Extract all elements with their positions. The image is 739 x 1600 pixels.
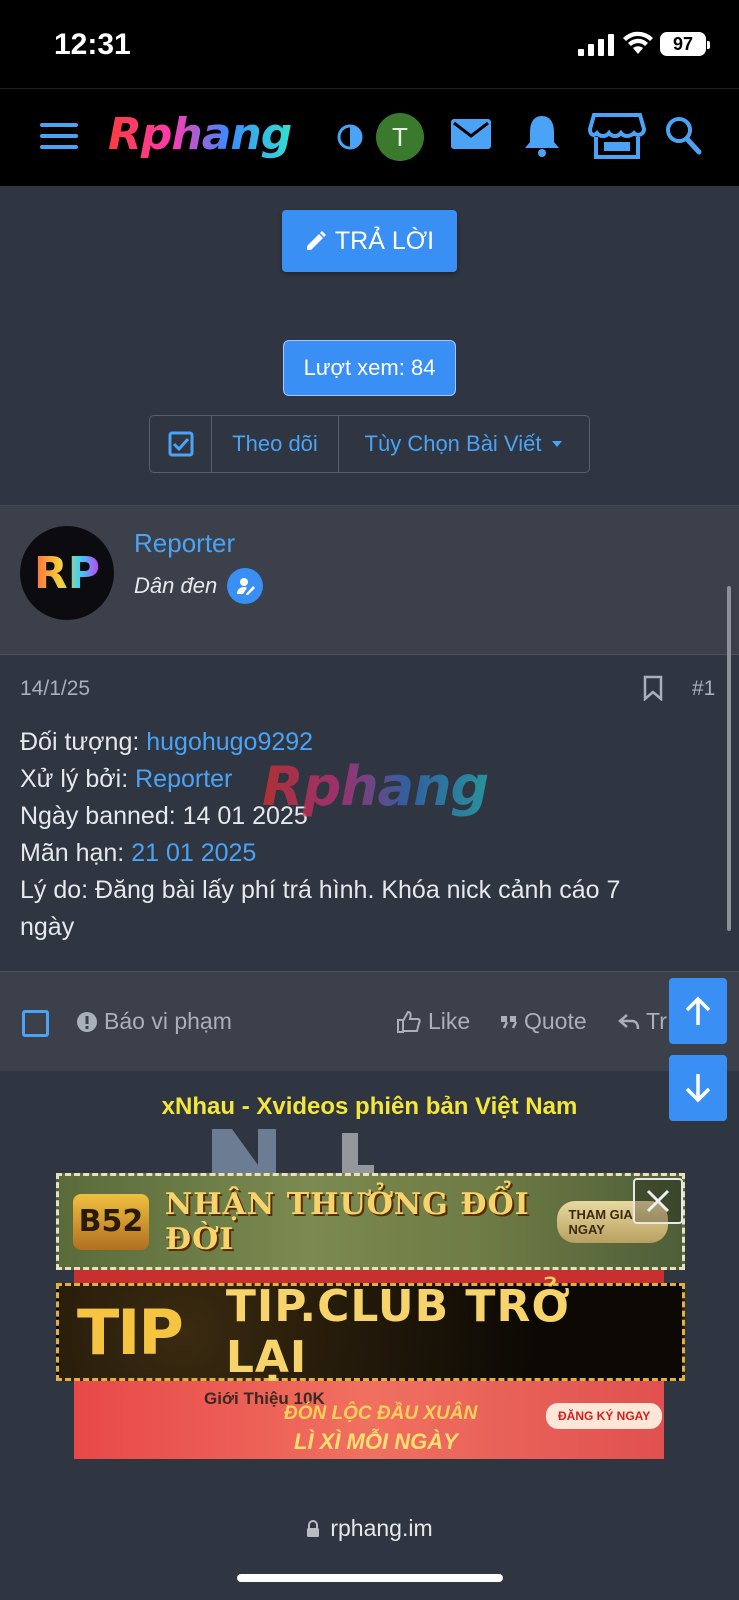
quote-label: Quote [524, 1008, 587, 1034]
post-line-reason-cont: ngày [20, 913, 75, 941]
lock-icon [307, 1519, 320, 1537]
line-label: Mãn hạn: [20, 839, 132, 867]
tip-headline: TIP.CLUB TRỞ LẠI [225, 1281, 571, 1383]
notification-bell-icon[interactable] [522, 113, 562, 157]
post-line-handled-by: Xử lý bởi: Reporter [20, 765, 232, 794]
post-options-label: Tùy Chọn Bài Viết [364, 431, 542, 456]
ad-banner-lixi[interactable]: Giới Thiệu 10K ĐÓN LỘC ĐẦU XUÂN LÌ XÌ MỖ… [74, 1381, 664, 1459]
handler-user-link[interactable]: Reporter [135, 765, 232, 793]
signal-icon [578, 34, 614, 56]
ad-banner-tipclub[interactable]: TIP TIP.CLUB TRỞ LẠI [56, 1281, 685, 1383]
reply-arrow-icon [618, 1013, 640, 1029]
reply-button[interactable]: TRẢ LỜI [282, 210, 457, 272]
scroll-top-button[interactable] [669, 978, 727, 1044]
post-number[interactable]: #1 [692, 677, 715, 701]
status-time: 12:31 [54, 28, 131, 61]
select-thread-checkbox[interactable] [150, 416, 212, 472]
view-count-badge[interactable]: Lượt xem: 84 [283, 340, 456, 396]
quote-icon [501, 1015, 518, 1029]
line-label: Đối tượng: [20, 728, 147, 756]
page-scrollbar[interactable] [727, 586, 731, 931]
select-post-checkbox[interactable] [22, 1010, 49, 1037]
alert-icon [77, 1011, 97, 1032]
lixi-line-1: ĐÓN LỘC ĐẦU XUÂN [284, 1403, 478, 1424]
lixi-line-2: LÌ XÌ MỖI NGÀY [294, 1429, 458, 1454]
post-line-reason: Lý do: Đăng bài lấy phí trá hình. Khóa n… [20, 876, 621, 904]
reply-post-button[interactable]: Tr [618, 1008, 667, 1035]
post-line-target: Đối tượng: hugohugo9292 [20, 728, 313, 757]
caret-down-icon [552, 441, 563, 447]
reply-post-label: Tr [646, 1008, 667, 1034]
home-indicator[interactable] [237, 1574, 503, 1582]
tip-logo: TIP [77, 1295, 184, 1369]
status-bar: 12:31 97 [0, 0, 739, 88]
pencil-icon [306, 231, 326, 250]
ad-banner-b52[interactable]: B52 NHẬN THƯỞNG ĐỔI ĐỜI THAM GIA NGAY [56, 1173, 685, 1270]
follow-button[interactable]: Theo dõi [212, 416, 339, 472]
lixi-intro-text: Giới Thiệu [204, 1389, 289, 1408]
watermark-logo: Rphang [262, 755, 489, 818]
post-author-panel: RP Reporter Dân đen [0, 505, 739, 655]
author-avatar[interactable]: RP [20, 526, 114, 620]
report-button[interactable]: Báo vi phạm [76, 1008, 232, 1035]
author-username[interactable]: Reporter [134, 528, 235, 559]
ad-title-link[interactable]: xNhau - Xvideos phiên bản Việt Nam [0, 1093, 739, 1121]
menu-icon[interactable] [40, 121, 78, 151]
site-header: Rphang T [0, 88, 739, 186]
report-label: Báo vi phạm [104, 1008, 232, 1034]
post-line-expiry: Mãn hạn: 21 01 2025 [20, 839, 256, 868]
expiry-date-link[interactable]: 21 01 2025 [131, 839, 256, 867]
thread-actions-group: Theo dõi Tùy Chọn Bài Viết [149, 415, 590, 473]
like-button[interactable]: Like [396, 1008, 470, 1035]
mail-icon[interactable] [450, 117, 492, 153]
target-user-link[interactable]: hugohugo9292 [146, 728, 313, 756]
author-avatar-text: RP [33, 547, 101, 599]
post-options-dropdown[interactable]: Tùy Chọn Bài Viết [339, 416, 589, 472]
like-label: Like [428, 1008, 471, 1034]
post-date[interactable]: 14/1/25 [20, 677, 90, 701]
close-icon [646, 1189, 670, 1213]
search-icon[interactable] [664, 115, 702, 155]
bookmark-icon[interactable] [643, 675, 663, 701]
site-logo[interactable]: Rphang [108, 109, 292, 160]
lixi-cta-button[interactable]: ĐĂNG KÝ NGAY [546, 1403, 663, 1429]
ad-close-button[interactable] [633, 1178, 683, 1224]
arrow-up-icon [685, 996, 711, 1025]
thumbs-up-icon [397, 1010, 421, 1033]
user-avatar[interactable]: T [376, 113, 424, 161]
browser-url-bar[interactable]: rphang.im [0, 1515, 739, 1542]
b52-headline: NHẬN THƯỞNG ĐỔI ĐỜI [164, 1186, 530, 1257]
post-body: 14/1/25 #1 Đối tượng: hugohugo9292 Xử lý… [0, 655, 739, 971]
reply-label: TRẢ LỜI [334, 226, 435, 255]
quote-button[interactable]: Quote [500, 1008, 587, 1035]
wifi-icon [623, 31, 653, 54]
store-icon[interactable] [588, 111, 646, 161]
theme-toggle-icon[interactable] [336, 123, 364, 151]
checkbox-checked-icon [168, 431, 193, 457]
battery-indicator: 97 [660, 32, 710, 56]
b52-logo: B52 [73, 1193, 149, 1250]
author-title-text: Dân đen [134, 573, 218, 598]
line-label: Xử lý bởi: [20, 765, 136, 793]
post-footer: Báo vi phạm Like Quote Tr [0, 971, 739, 1071]
user-badge-icon [227, 568, 264, 604]
url-text: rphang.im [330, 1515, 433, 1541]
author-title: Dân đen [134, 568, 264, 604]
